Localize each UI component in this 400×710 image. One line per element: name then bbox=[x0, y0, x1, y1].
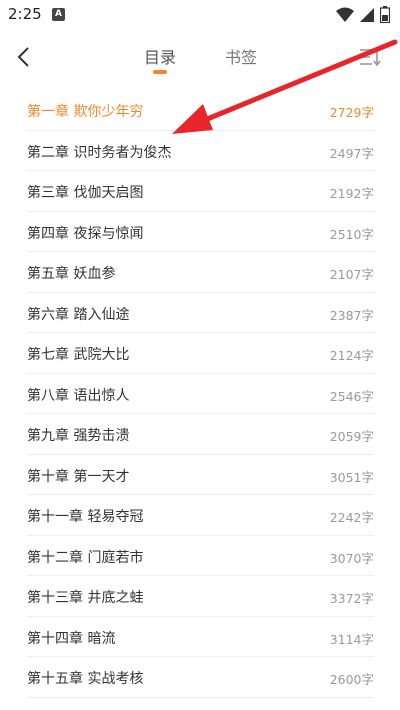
status-time: 2:25 bbox=[8, 5, 42, 23]
chapter-title: 第四章 夜探与惊闻 bbox=[27, 225, 144, 242]
chapter-list: 第一章 欺你少年穷 2729字 第二章 识时务者为俊杰 2497字 第三章 伐伽… bbox=[0, 90, 400, 698]
chapter-title: 第六章 踏入仙途 bbox=[27, 306, 130, 323]
chapter-title: 第十二章 门庭若市 bbox=[27, 549, 144, 566]
chapter-word-count: 3372字 bbox=[329, 591, 374, 606]
chapter-title: 第十章 第一天才 bbox=[27, 468, 130, 485]
chapter-row[interactable]: 第十五章 实战考核 2600字 bbox=[27, 657, 374, 698]
chapter-title: 第十四章 暗流 bbox=[27, 630, 116, 647]
chapter-title: 第十一章 轻易夺冠 bbox=[27, 509, 144, 525]
chapter-row[interactable]: 第三章 伐伽天启图 2192字 bbox=[27, 171, 374, 212]
sort-list-icon bbox=[360, 49, 381, 67]
chapter-title: 第十三章 井底之蛙 bbox=[27, 590, 144, 606]
chapter-word-count: 2124字 bbox=[329, 348, 374, 363]
battery-icon bbox=[380, 6, 390, 23]
chapter-row[interactable]: 第九章 强势击溃 2059字 bbox=[27, 414, 374, 455]
chapter-word-count: 2242字 bbox=[329, 510, 374, 525]
chapter-word-count: 2192字 bbox=[329, 186, 374, 201]
status-bar: 2:25 A bbox=[0, 0, 400, 30]
chapter-title: 第三章 伐伽天启图 bbox=[27, 185, 144, 201]
chapter-row[interactable]: 第十章 第一天才 3051字 bbox=[27, 455, 374, 495]
chapter-title: 第一章 欺你少年穷 bbox=[27, 104, 144, 120]
chapter-word-count: 2729字 bbox=[329, 105, 374, 120]
status-icons bbox=[336, 6, 390, 23]
chapter-word-count: 2107字 bbox=[329, 267, 374, 282]
chapter-row[interactable]: 第五章 妖血参 2107字 bbox=[27, 252, 374, 293]
chapter-word-count: 3114字 bbox=[329, 631, 374, 647]
chapter-word-count: 2497字 bbox=[329, 145, 374, 161]
chapter-title: 第五章 妖血参 bbox=[27, 266, 116, 282]
chapter-word-count: 2510字 bbox=[329, 226, 374, 242]
app-notification-icon: A bbox=[52, 8, 65, 21]
wifi-icon bbox=[336, 7, 354, 22]
chapter-row[interactable]: 第一章 欺你少年穷 2729字 bbox=[27, 90, 374, 131]
back-arrow-icon bbox=[17, 47, 29, 67]
chapter-word-count: 2059字 bbox=[329, 429, 374, 444]
chapter-title: 第八章 语出惊人 bbox=[27, 387, 130, 404]
chapter-row[interactable]: 第十一章 轻易夺冠 2242字 bbox=[27, 495, 374, 536]
chapter-title: 第九章 强势击溃 bbox=[27, 428, 130, 444]
chapter-row[interactable]: 第十三章 井底之蛙 3372字 bbox=[27, 576, 374, 617]
chapter-row[interactable]: 第十二章 门庭若市 3070字 bbox=[27, 536, 374, 576]
chapter-row[interactable]: 第八章 语出惊人 2546字 bbox=[27, 374, 374, 414]
chapter-word-count: 2600字 bbox=[329, 672, 374, 687]
chapter-word-count: 2546字 bbox=[329, 388, 374, 404]
back-button[interactable] bbox=[6, 40, 40, 74]
chapter-row[interactable]: 第七章 武院大比 2124字 bbox=[27, 333, 374, 374]
tab-bookmark[interactable]: 书签 bbox=[225, 44, 257, 68]
chapter-word-count: 2387字 bbox=[329, 307, 374, 323]
header: 目录 书签 bbox=[0, 30, 400, 86]
tab-catalog[interactable]: 目录 bbox=[144, 44, 176, 68]
signal-icon bbox=[360, 7, 374, 22]
tab-active-indicator bbox=[153, 70, 167, 74]
chapter-word-count: 3070字 bbox=[329, 550, 374, 566]
chapter-row[interactable]: 第四章 夜探与惊闻 2510字 bbox=[27, 212, 374, 252]
chapter-word-count: 3051字 bbox=[329, 469, 374, 485]
chapter-row[interactable]: 第二章 识时务者为俊杰 2497字 bbox=[27, 131, 374, 171]
chapter-title: 第十五章 实战考核 bbox=[27, 671, 144, 687]
chapter-row[interactable]: 第十四章 暗流 3114字 bbox=[27, 617, 374, 657]
chapter-title: 第七章 武院大比 bbox=[27, 347, 130, 363]
sort-button[interactable] bbox=[358, 46, 382, 68]
chapter-title: 第二章 识时务者为俊杰 bbox=[27, 144, 172, 161]
chapter-row[interactable]: 第六章 踏入仙途 2387字 bbox=[27, 293, 374, 333]
